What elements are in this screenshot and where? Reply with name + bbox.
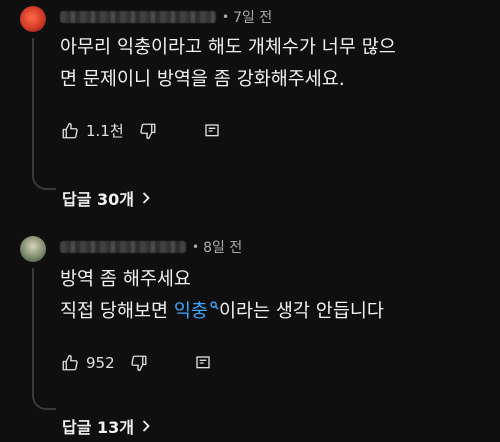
author-name-blurred[interactable] <box>60 241 186 253</box>
comment-text-line: 방역 좀 해주세요 <box>60 269 191 290</box>
comment-header: • 7일 전 <box>60 8 272 26</box>
thumb-down-icon[interactable] <box>138 121 158 141</box>
comment-actions: 1.1천 <box>60 120 222 141</box>
thread-line <box>32 38 56 190</box>
timestamp[interactable]: 7일 전 <box>233 7 272 27</box>
thumb-up-icon[interactable] <box>60 353 80 373</box>
thread-line <box>32 268 56 410</box>
chevron-right-icon <box>142 420 150 432</box>
author-name-blurred[interactable] <box>60 11 216 23</box>
like-count: 1.1천 <box>86 122 124 140</box>
comment-text: 아무리 익충이라고 해도 개체수가 너무 많으 면 문제이니 방역을 좀 강화해… <box>60 32 480 96</box>
comment-text-line: 아무리 익충이라고 해도 개체수가 너무 많으 <box>60 37 396 58</box>
reply-icon[interactable] <box>202 121 222 141</box>
comment-text-line: 직접 당해보면 익충 이라는 생각 안듭니다 <box>60 296 480 328</box>
comment-text: 방역 좀 해주세요 직접 당해보면 익충 이라는 생각 안듭니다 <box>60 264 480 328</box>
chevron-right-icon <box>142 192 150 204</box>
avatar[interactable] <box>20 6 46 32</box>
comment-text-segment: 직접 당해보면 <box>60 301 174 322</box>
view-replies-button[interactable]: 답글 13개 <box>62 414 150 438</box>
comment-text-segment: 이라는 생각 안듭니다 <box>218 301 384 322</box>
comment-header: • 8일 전 <box>60 238 242 256</box>
search-link[interactable]: 익충 <box>174 301 219 322</box>
avatar[interactable] <box>20 236 46 262</box>
comment-text-line: 면 문제이니 방역을 좀 강화해주세요. <box>60 69 345 90</box>
view-replies-button[interactable]: 답글 30개 <box>62 186 150 210</box>
timestamp[interactable]: 8일 전 <box>203 237 242 257</box>
comment-actions: 952 <box>60 353 213 373</box>
replies-label: 답글 13개 <box>62 418 134 437</box>
replies-label: 답글 30개 <box>62 190 134 209</box>
separator-dot: • <box>222 10 230 24</box>
separator-dot: • <box>192 240 200 254</box>
thumb-up-icon[interactable] <box>60 121 80 141</box>
reply-icon[interactable] <box>193 353 213 373</box>
like-count: 952 <box>86 354 115 372</box>
search-icon <box>210 301 219 310</box>
thumb-down-icon[interactable] <box>129 353 149 373</box>
search-link-label: 익충 <box>173 301 208 322</box>
